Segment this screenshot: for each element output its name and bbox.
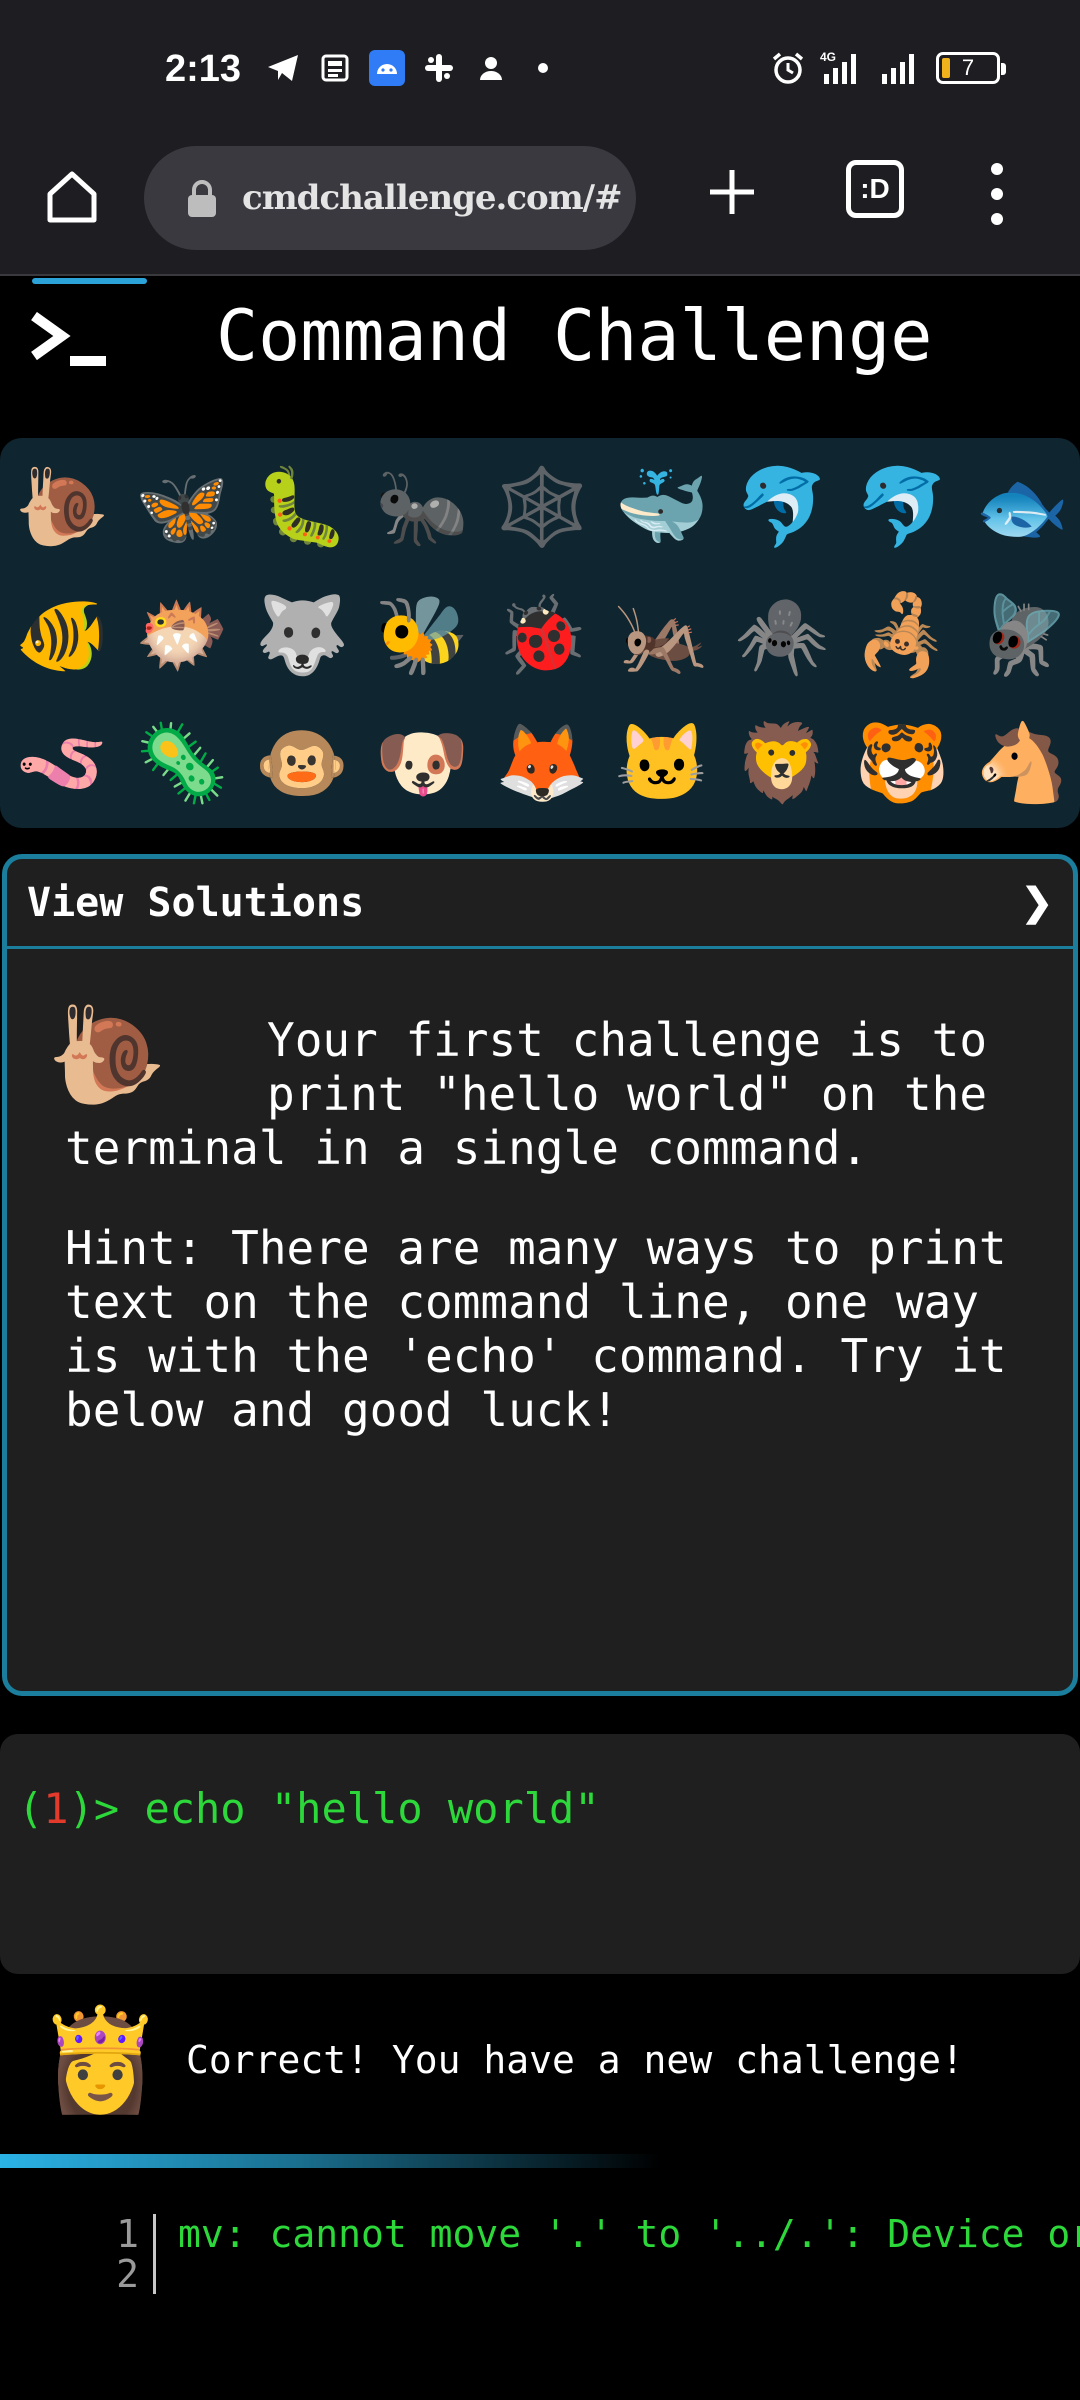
challenge-butterfly-icon[interactable]: 🦋: [122, 444, 242, 572]
terminal-prompt-logo-icon[interactable]: [30, 311, 110, 372]
princess-avatar-icon: 👸: [38, 2004, 163, 2116]
chevron-right-icon: ❯: [1021, 882, 1053, 924]
slack-icon: [421, 50, 457, 86]
new-tab-button[interactable]: [700, 160, 764, 224]
news-icon: [317, 50, 353, 86]
battery-icon: 7: [936, 52, 1006, 84]
challenge-wolf-icon[interactable]: 🐺: [242, 572, 362, 700]
snail-icon: 🐌: [47, 999, 167, 1111]
challenge-microbe-icon[interactable]: 🦠: [122, 700, 242, 828]
challenge-fish-icon[interactable]: 🐟: [962, 444, 1080, 572]
output-console[interactable]: 1 2 mv: cannot move '.' to '../.': Devic…: [0, 2180, 1080, 2400]
challenge-monkey-icon[interactable]: 🐵: [242, 700, 362, 828]
plus-icon: [710, 170, 754, 214]
challenge-whale-icon[interactable]: 🐳: [602, 444, 722, 572]
telegram-icon: [265, 50, 301, 86]
command-terminal[interactable]: (1)> echo "hello world": [0, 1734, 1080, 1974]
status-time: 2:13: [165, 48, 242, 90]
challenge-spider-web-icon[interactable]: 🕸️: [482, 444, 602, 572]
challenge-caterpillar-icon[interactable]: 🐛: [242, 444, 362, 572]
alarm-icon: [770, 50, 806, 86]
challenge-ant-icon[interactable]: 🐜: [362, 444, 482, 572]
challenge-blowfish-icon[interactable]: 🐡: [122, 572, 242, 700]
system-icons: 4G 7: [770, 50, 1006, 86]
challenge-bee-icon[interactable]: 🐝: [362, 572, 482, 700]
feedback-text: Correct! You have a new challenge!: [186, 2038, 964, 2082]
page-title: Command Challenge: [216, 295, 933, 377]
challenge-lion-icon[interactable]: 🦁: [722, 700, 842, 828]
challenge-dog-icon[interactable]: 🐶: [362, 700, 482, 828]
challenge-fly-icon[interactable]: 🪰: [962, 572, 1080, 700]
battery-level: 7: [961, 55, 975, 80]
line-number: 1: [116, 2212, 139, 2256]
line-number-gutter: 1 2: [100, 2214, 156, 2294]
signal-4g-icon: 4G: [820, 50, 864, 86]
line-number: 2: [116, 2252, 139, 2296]
browser-menu-button[interactable]: [972, 156, 1022, 232]
android-dev-icon: [369, 50, 405, 86]
status-bar: 2:13 4G 7: [0, 0, 1080, 130]
challenge-cat-icon[interactable]: 🐱: [602, 700, 722, 828]
challenge-tropical-fish-icon[interactable]: 🐠: [2, 572, 122, 700]
hint-text: Hint: There are many ways to print text …: [65, 1221, 1007, 1437]
view-solutions-toggle[interactable]: View Solutions ❯: [7, 859, 1073, 949]
challenge-dolphin-icon[interactable]: 🐬: [842, 444, 962, 572]
menu-dot-icon: [991, 162, 1003, 175]
challenge-panel: View Solutions ❯ 🐌 Your first challenge …: [2, 854, 1078, 1696]
browser-toolbar: cmdchallenge.com/# :D: [0, 130, 1080, 276]
menu-dot-icon: [991, 187, 1003, 200]
console-output-line: mv: cannot move '.' to '../.': Device or…: [178, 2212, 1080, 2256]
feedback-message: 👸 Correct! You have a new challenge!: [0, 1990, 1080, 2130]
address-bar[interactable]: cmdchallenge.com/#: [144, 146, 636, 250]
challenge-spider-icon[interactable]: 🕷️: [722, 572, 842, 700]
challenge-scorpion-icon[interactable]: 🦂: [842, 572, 962, 700]
challenge-fox-icon[interactable]: 🦊: [482, 700, 602, 828]
challenge-ladybug-icon[interactable]: 🐞: [482, 572, 602, 700]
page-load-indicator: [32, 278, 147, 284]
lock-icon: [184, 176, 220, 220]
signal-icon: [878, 50, 922, 86]
tab-switcher-button[interactable]: :D: [846, 160, 904, 218]
challenge-snail-icon[interactable]: 🐌: [2, 444, 122, 572]
challenge-worm-icon[interactable]: 🪱: [2, 700, 122, 828]
challenge-cricket-icon[interactable]: 🦗: [602, 572, 722, 700]
challenge-horse-icon[interactable]: 🐴: [962, 700, 1080, 828]
svg-text:4G: 4G: [820, 50, 836, 64]
command-input[interactable]: echo "hello world": [144, 1784, 599, 1833]
prompt-close: )>: [68, 1784, 145, 1833]
person-icon: [473, 50, 509, 86]
prompt-number: 1: [43, 1784, 69, 1833]
home-icon: [47, 171, 97, 223]
challenge-description: 🐌 Your first challenge is to print "hell…: [7, 949, 1073, 1437]
challenge-progress-grid: 🐌 🦋 🐛 🐜 🕸️ 🐳 🐬 🐬 🐟 🐠 🐡 🐺 🐝 🐞 🦗 🕷️ 🦂 🪰 🪱 🦠 🐵 🐶 🦊 🐱 🦁 🐯 🐴: [0, 438, 1080, 828]
more-notifications-dot-icon: [525, 50, 561, 86]
challenge-tiger-icon[interactable]: 🐯: [842, 700, 962, 828]
url-text: cmdchallenge.com/#: [242, 178, 622, 218]
view-solutions-label: View Solutions: [27, 879, 365, 926]
menu-dot-icon: [991, 213, 1003, 226]
notification-icons: [265, 50, 561, 86]
tab-switcher-label: :D: [860, 173, 890, 204]
challenge-dolphin-icon[interactable]: 🐬: [722, 444, 842, 572]
divider-gradient: [0, 2154, 660, 2168]
prompt-open: (: [18, 1784, 44, 1833]
home-button[interactable]: [38, 162, 106, 230]
